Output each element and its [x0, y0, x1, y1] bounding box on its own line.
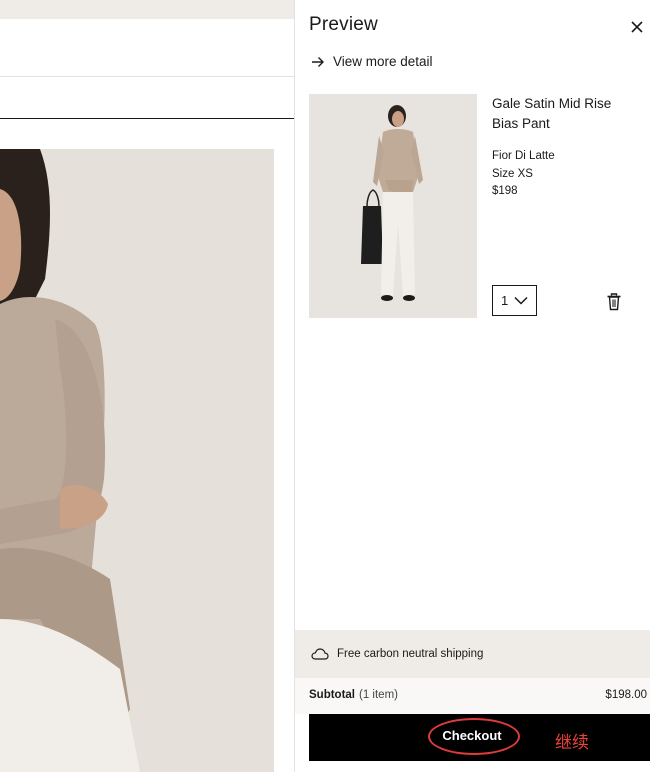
product-meta: Fior Di Latte Size XS $198 — [492, 148, 555, 201]
highlight-circle — [428, 718, 520, 755]
chevron-down-icon — [514, 296, 528, 305]
shipping-banner: Free carbon neutral shipping — [295, 630, 650, 678]
view-more-detail-label: View more detail — [333, 54, 433, 69]
quantity-value: 1 — [501, 293, 509, 308]
product-name[interactable]: Gale Satin Mid Rise Bias Pant — [492, 94, 632, 134]
announcement-bar — [0, 0, 294, 19]
close-button[interactable] — [623, 16, 650, 38]
drawer-title: Preview — [309, 14, 378, 35]
subtotal-value: $198.00 — [605, 689, 647, 701]
shipping-label: Free carbon neutral shipping — [337, 648, 484, 660]
subtotal-item-count: (1 item) — [359, 689, 398, 701]
subtotal-text: Subtotal — [309, 689, 355, 701]
subtotal-label: Subtotal (1 item) — [309, 689, 398, 701]
cloud-icon — [311, 648, 329, 660]
checkout-button[interactable]: Checkout 继续 — [309, 714, 650, 761]
hero-product-image — [0, 149, 274, 772]
product-price: $198 — [492, 185, 518, 197]
close-icon — [631, 21, 643, 33]
arrow-right-icon — [312, 56, 324, 67]
background-product-page — [0, 0, 294, 772]
subtotal-row: Subtotal (1 item) $198.00 — [295, 678, 650, 714]
divider — [0, 76, 294, 77]
divider — [0, 118, 294, 119]
trash-icon — [607, 293, 621, 311]
product-color: Fior Di Latte — [492, 150, 555, 162]
view-more-detail-link[interactable]: View more detail — [311, 54, 433, 69]
product-size: Size XS — [492, 167, 533, 180]
product-thumbnail[interactable] — [309, 94, 477, 318]
annotation-text: 继续 — [555, 733, 589, 753]
quantity-select[interactable]: 1 — [492, 285, 537, 316]
remove-item-button[interactable] — [606, 293, 622, 311]
cart-preview-drawer: Preview View more detail Gale Satin Mid … — [294, 0, 650, 772]
